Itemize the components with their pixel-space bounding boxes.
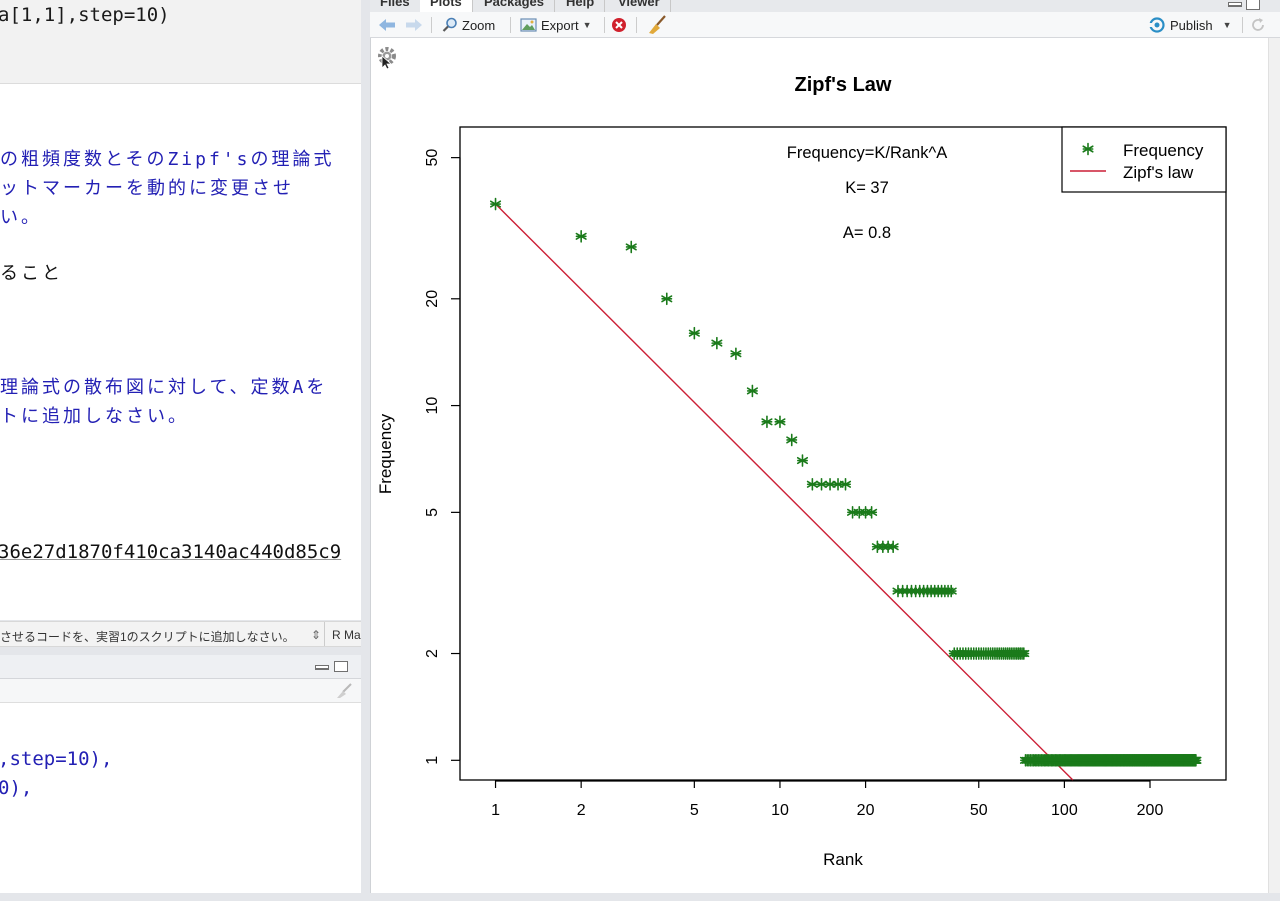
back-arrow-icon[interactable]	[378, 18, 396, 32]
series-zipf-line	[495, 203, 1074, 781]
annotation-formula: Frequency=K/Rank^A	[787, 144, 947, 162]
frequency-point	[839, 477, 852, 491]
console-header	[0, 655, 361, 679]
editor-status-bar: させるコードを、実習1のスクリプトに追加しなさい。 ⇕ R Ma	[0, 621, 361, 647]
export-button[interactable]: Export ▼	[519, 16, 592, 34]
status-divider	[324, 622, 325, 646]
minimize-icon[interactable]	[315, 665, 329, 670]
frequency-point	[786, 433, 798, 447]
tab-plots[interactable]: Plots	[420, 0, 473, 12]
minimize-icon[interactable]	[1228, 2, 1242, 7]
x-tick-label: 20	[857, 802, 875, 819]
x-tick-label: 50	[970, 802, 988, 819]
toolbar-separator	[604, 17, 605, 33]
legend-frequency-label: Frequency	[1123, 141, 1204, 160]
plots-toolbar: Zoom Export ▼ Publish ▼	[370, 12, 1280, 38]
annotation-a: A= 0.8	[843, 224, 891, 242]
maximize-icon[interactable]	[1246, 0, 1260, 10]
remove-plot-icon[interactable]	[611, 17, 627, 33]
toolbar-separator	[1242, 17, 1243, 33]
code-line[interactable]: a[1,1],step=10)	[0, 4, 170, 26]
y-tick-label: 20	[424, 290, 441, 308]
tab-viewer[interactable]: Viewer	[608, 0, 671, 12]
frequency-point	[688, 326, 700, 340]
frequency-point	[774, 415, 786, 429]
y-tick-label: 2	[424, 649, 441, 658]
x-tick-label: 5	[690, 802, 699, 819]
tab-files[interactable]: Files	[370, 0, 421, 12]
frequency-point	[806, 477, 818, 491]
broom-icon[interactable]	[334, 683, 354, 699]
zoom-label: Zoom	[462, 17, 496, 33]
frequency-point	[796, 454, 809, 467]
zoom-magnifier-icon	[442, 17, 457, 32]
publish-icon	[1148, 17, 1165, 33]
frequency-point	[661, 292, 673, 306]
x-tick-label: 1	[491, 802, 500, 819]
status-section-label[interactable]: させるコードを、実習1のスクリプトに追加しなさい。	[0, 628, 295, 645]
frequency-point	[711, 336, 723, 350]
y-tick-label: 50	[424, 149, 441, 167]
frequency-point	[887, 540, 899, 554]
annotation-k: K= 37	[845, 179, 889, 197]
zoom-button[interactable]: Zoom	[442, 16, 495, 34]
markdown-line[interactable]: ットマーカーを動的に変更させ	[0, 174, 294, 200]
chart-title: Zipf's Law	[795, 74, 892, 96]
commit-hash-link[interactable]: 36e27d1870f410ca3140ac440d85c9	[0, 541, 341, 563]
legend: Frequency Zipf's law	[1061, 126, 1227, 193]
frequency-point	[625, 240, 637, 254]
refresh-icon[interactable]	[1250, 17, 1266, 33]
y-axis: 1 2 5 10 20 50	[424, 149, 461, 765]
zipf-law-line	[495, 203, 1074, 781]
frequency-point	[730, 347, 742, 361]
export-image-icon	[520, 18, 537, 32]
y-tick-label: 10	[424, 397, 441, 415]
tab-help[interactable]: Help	[556, 0, 606, 12]
markdown-line[interactable]: い。	[0, 203, 42, 229]
frequency-point	[761, 415, 773, 429]
toolbar-separator	[636, 17, 637, 33]
y-tick-label: 5	[424, 508, 441, 517]
section-arrow-icon[interactable]: ⇕	[311, 628, 321, 642]
toolbar-separator	[431, 17, 432, 33]
y-tick-label: 1	[424, 756, 441, 765]
frequency-point	[575, 230, 587, 243]
forward-arrow-icon[interactable]	[405, 18, 423, 32]
tab-packages[interactable]: Packages	[474, 0, 555, 12]
dropdown-caret-icon: ▼	[582, 20, 592, 30]
console-line: 0),	[0, 777, 33, 799]
console-line: ,step=10),	[0, 748, 113, 770]
zipf-plot: Zipf's Law 1 2 5 10 20 50 100 200 1 2 5 10 20 50 Ran…	[376, 47, 1227, 869]
frequency-point	[746, 384, 758, 398]
series-frequency-points	[489, 197, 1202, 767]
pane-tabs: Files Plots Packages Help Viewer	[370, 0, 1280, 12]
x-axis-label: Rank	[823, 850, 863, 869]
legend-zipf-label: Zipf's law	[1123, 163, 1194, 182]
export-label: Export	[541, 17, 579, 33]
console-output[interactable]: ,step=10), 0),	[0, 703, 361, 893]
document-mode-label[interactable]: R Ma	[332, 628, 361, 642]
dropdown-caret-icon: ▼	[1222, 20, 1232, 30]
x-tick-label: 10	[771, 802, 789, 819]
markdown-line[interactable]: トに追加しなさい。	[0, 402, 189, 428]
clear-all-plots-icon[interactable]	[647, 15, 667, 35]
plot-scrollbar[interactable]	[1268, 38, 1280, 893]
markdown-line[interactable]: の粗頻度数とそのZipf'sの理論式	[0, 145, 334, 171]
markdown-line[interactable]: 理論式の散布図に対して、定数Aを	[0, 373, 327, 399]
x-tick-label: 100	[1051, 802, 1078, 819]
markdown-line[interactable]: ること	[0, 259, 63, 285]
y-axis-label: Frequency	[376, 413, 395, 494]
maximize-icon[interactable]	[334, 661, 348, 672]
console-toolbar	[0, 679, 361, 703]
x-tick-label: 200	[1137, 802, 1164, 819]
publish-label: Publish	[1170, 17, 1213, 33]
source-editor[interactable]: a[1,1],step=10) の粗頻度数とそのZipf'sの理論式 ットマーカ…	[0, 0, 361, 620]
x-tick-label: 2	[577, 802, 586, 819]
publish-button[interactable]: Publish ▼	[1148, 16, 1232, 34]
toolbar-separator	[510, 17, 511, 33]
frequency-point	[866, 506, 878, 519]
x-axis: 1 2 5 10 20 50 100 200	[491, 780, 1163, 819]
